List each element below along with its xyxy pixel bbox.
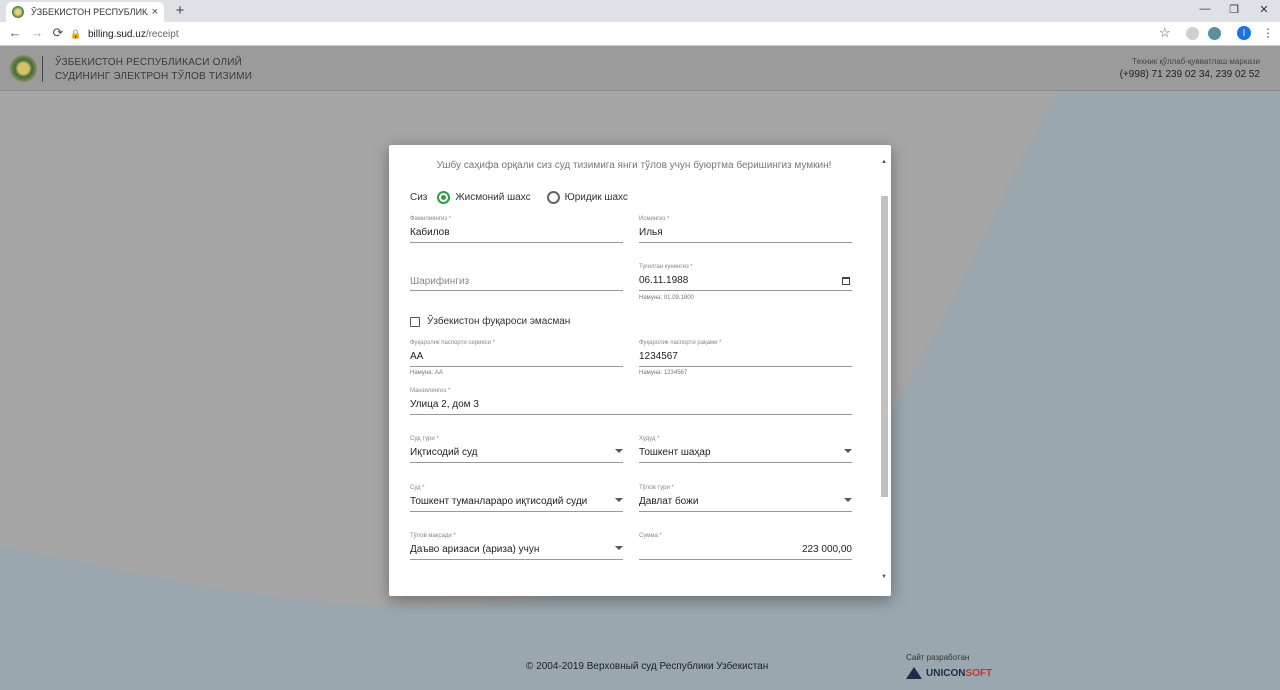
party-type-group: Сиз Жисмоний шахс Юридик шахс xyxy=(410,191,628,204)
court-value: Тошкент туманлараро иқтисодий суди xyxy=(410,496,588,507)
forward-icon[interactable]: → xyxy=(30,26,44,40)
passport-number-value: 1234567 xyxy=(639,351,678,362)
scrollbar-thumb[interactable] xyxy=(881,196,888,497)
passport-number-label: Фуқаролик паспорти рақами * xyxy=(639,340,722,346)
extension-icon[interactable] xyxy=(1186,27,1199,40)
payment-purpose-value: Даъво аризаси (ариза) учун xyxy=(410,544,540,555)
name-field[interactable]: Исмингиз * Илья xyxy=(639,216,852,243)
birthdate-field[interactable]: Туғилган кунингиз * 06.11.1988 xyxy=(639,264,852,291)
browser-tab[interactable]: ЎЗБЕКИСТОН РЕСПУБЛИКАСИ ( × xyxy=(6,2,164,22)
birthdate-label: Туғилган кунингиз * xyxy=(639,264,693,270)
amount-value: 223 000,00 xyxy=(801,544,852,555)
region-label: Худуд * xyxy=(639,436,660,442)
party-type-label: Сиз xyxy=(410,192,428,203)
chevron-down-icon xyxy=(615,449,623,453)
address-value: Улица 2, дом 3 xyxy=(410,399,479,410)
passport-number-hint: Намуна: 1234567 xyxy=(639,370,688,376)
dialog-scrollbar[interactable]: ▲ ▼ xyxy=(879,159,889,580)
radio-individual[interactable] xyxy=(437,191,451,204)
tab-close-icon[interactable]: × xyxy=(152,6,158,18)
radio-individual-label[interactable]: Жисмоний шахс xyxy=(455,192,530,203)
surname-label: Фамилиянгиз * xyxy=(410,216,452,222)
scroll-down-icon[interactable]: ▼ xyxy=(881,574,887,580)
radio-legal-entity[interactable] xyxy=(546,191,560,204)
unicon-logo-icon xyxy=(906,667,922,679)
name-value: Илья xyxy=(639,227,663,238)
tab-title: ЎЗБЕКИСТОН РЕСПУБЛИКАСИ ( xyxy=(31,7,148,17)
amount-label: Сумма * xyxy=(639,533,662,539)
payment-type-value: Давлат божи xyxy=(639,496,699,507)
birthdate-value: 06.11.1988 xyxy=(639,275,689,286)
chevron-down-icon xyxy=(844,449,852,453)
region-select[interactable]: Худуд * Тошкент шаҳар xyxy=(639,436,852,463)
not-citizen-checkbox[interactable] xyxy=(410,316,420,327)
extension-icon[interactable] xyxy=(1208,27,1221,40)
address-bar: ← → ⟳ 🔒 billing.sud.uz/receipt ☆ I ⋮ xyxy=(0,22,1280,46)
not-citizen-label[interactable]: Ўзбекистон фуқароси эмасман xyxy=(427,316,570,327)
site-title-line1: ЎЗБЕКИСТОН РЕСПУБЛИКАСИ ОЛИЙ xyxy=(55,57,243,68)
url-input[interactable]: 🔒 billing.sud.uz/receipt xyxy=(70,25,1180,43)
minimize-icon[interactable]: — xyxy=(1198,3,1212,15)
surname-field[interactable]: Фамилиянгиз * Кабилов xyxy=(410,216,623,243)
developer-name: UNICONSOFT xyxy=(926,667,993,679)
chevron-down-icon xyxy=(615,546,623,550)
browser-tab-strip: ЎЗБЕКИСТОН РЕСПУБЛИКАСИ ( × + — ❐ ✕ xyxy=(0,0,1280,22)
passport-series-hint: Намуна: AA xyxy=(410,370,443,376)
payment-purpose-select[interactable]: Тўлов мақсади * Даъво аризаси (ариза) уч… xyxy=(410,533,623,560)
court-type-label: Суд тури * xyxy=(410,436,439,442)
chevron-down-icon xyxy=(615,498,623,502)
bookmark-star-icon[interactable]: ☆ xyxy=(1159,25,1171,41)
developer-logo[interactable]: UNICONSOFT xyxy=(906,667,992,679)
back-icon[interactable]: ← xyxy=(8,26,22,40)
site-favicon-icon xyxy=(12,6,24,18)
new-tab-button[interactable]: + xyxy=(172,2,188,19)
payment-type-select[interactable]: Тўлов тури * Давлат божи xyxy=(639,485,852,512)
header-divider xyxy=(42,56,44,82)
not-citizen-option[interactable]: Ўзбекистон фуқароси эмасман xyxy=(410,316,570,327)
browser-menu-icon[interactable]: ⋮ xyxy=(1262,26,1274,40)
chevron-down-icon xyxy=(844,498,852,502)
payment-purpose-label: Тўлов мақсади * xyxy=(410,533,456,539)
scroll-up-icon[interactable]: ▲ xyxy=(881,159,887,165)
address-field[interactable]: Манзилингиз * Улица 2, дом 3 xyxy=(410,388,852,415)
radio-legal-entity-label[interactable]: Юридик шахс xyxy=(565,192,628,203)
patronymic-placeholder: Шарифингиз xyxy=(410,276,470,287)
support-phone: (+998) 71 239 02 34, 239 02 52 xyxy=(1119,69,1260,80)
passport-number-field[interactable]: Фуқаролик паспорти рақами * 1234567 xyxy=(639,340,852,367)
payment-type-label: Тўлов тури * xyxy=(639,485,674,491)
passport-series-value: AA xyxy=(410,351,424,362)
court-label: Суд * xyxy=(410,485,425,491)
address-label: Манзилингиз * xyxy=(410,388,451,394)
site-title-line2: СУДИНИНГ ЭЛЕКТРОН ТЎЛОВ ТИЗИМИ xyxy=(55,71,253,82)
court-type-select[interactable]: Суд тури * Иқтисодий суд xyxy=(410,436,623,463)
court-type-value: Иқтисодий суд xyxy=(410,447,478,458)
window-close-icon[interactable]: ✕ xyxy=(1257,3,1271,16)
payment-order-dialog: Ушбу саҳифа орқали сиз суд тизимига янги… xyxy=(389,145,891,596)
dialog-intro-text: Ушбу саҳифа орқали сиз суд тизимига янги… xyxy=(436,160,832,171)
lock-icon: 🔒 xyxy=(70,28,82,39)
site-header: ЎЗБЕКИСТОН РЕСПУБЛИКАСИ ОЛИЙ СУДИНИНГ ЭЛ… xyxy=(0,47,1280,91)
calendar-icon[interactable] xyxy=(842,277,850,285)
passport-series-label: Фуқаролик паспорти серияси * xyxy=(410,340,495,346)
developer-label: Сайт разработан xyxy=(906,653,970,662)
support-label: Техник қўллаб-қувватлаш маркази xyxy=(1132,57,1260,66)
surname-value: Кабилов xyxy=(410,227,450,238)
profile-avatar-icon[interactable]: I xyxy=(1237,26,1251,40)
region-value: Тошкент шаҳар xyxy=(639,447,711,458)
url-text: billing.sud.uz/receipt xyxy=(88,28,179,40)
amount-field[interactable]: Сумма * 223 000,00 xyxy=(639,533,852,560)
restore-icon[interactable]: ❐ xyxy=(1227,3,1241,16)
passport-series-field[interactable]: Фуқаролик паспорти серияси * AA xyxy=(410,340,623,367)
patronymic-field[interactable]: Шарифингиз xyxy=(410,264,623,291)
name-label: Исмингиз * xyxy=(639,216,670,222)
footer-copyright: © 2004-2019 Верховный суд Республики Узб… xyxy=(526,661,769,672)
birthdate-hint: Намуна: 01.09.1800 xyxy=(639,295,694,301)
reload-icon[interactable]: ⟳ xyxy=(51,26,65,40)
court-select[interactable]: Суд * Тошкент туманлараро иқтисодий суди xyxy=(410,485,623,512)
site-title[interactable]: ЎЗБЕКИСТОН РЕСПУБЛИКАСИ ОЛИЙ СУДИНИНГ ЭЛ… xyxy=(55,56,252,84)
state-emblem-icon[interactable] xyxy=(10,55,37,82)
support-info: Техник қўллаб-қувватлаш маркази (+998) 7… xyxy=(1120,57,1260,80)
